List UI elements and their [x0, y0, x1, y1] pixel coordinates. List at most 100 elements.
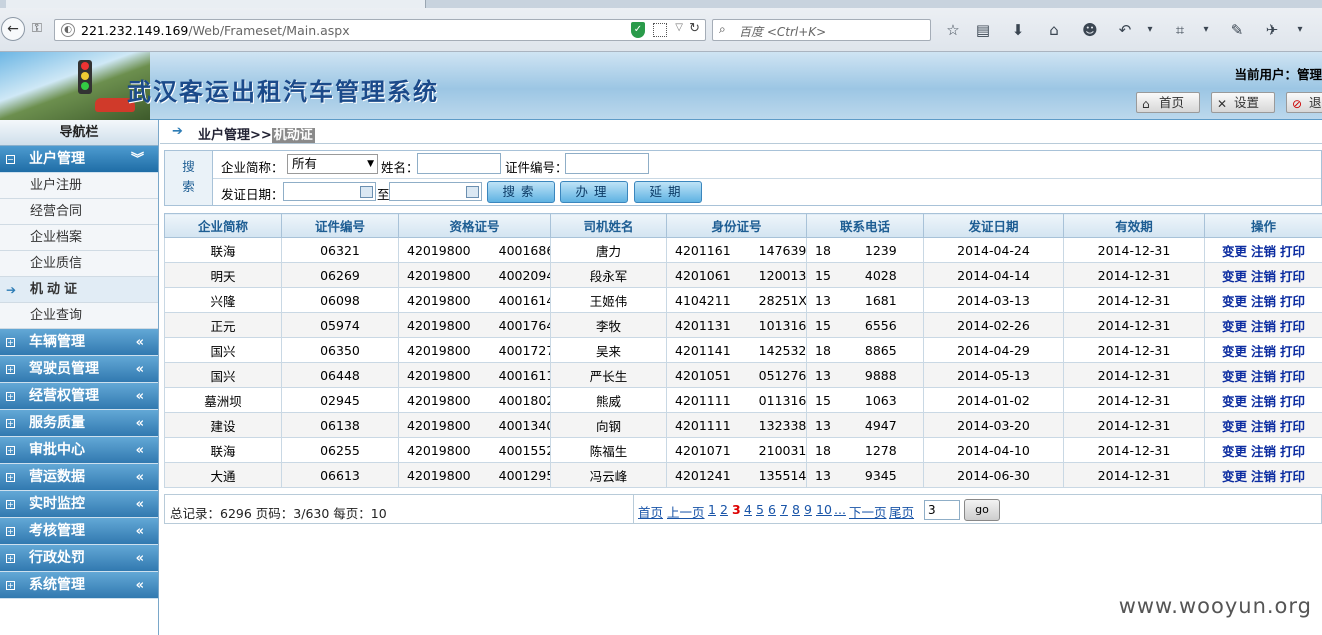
print-link[interactable]: 打印 [1280, 369, 1305, 384]
first-page-link[interactable]: 首页 [638, 502, 663, 521]
chevron-up-icon[interactable]: « [136, 464, 144, 491]
cancel-link[interactable]: 注销 [1251, 394, 1276, 409]
chevron-up-icon[interactable]: « [136, 383, 144, 410]
column-header[interactable]: 操作 [1204, 213, 1322, 238]
cancel-link[interactable]: 注销 [1251, 344, 1276, 359]
calendar-icon[interactable] [360, 186, 373, 198]
expand-icon[interactable]: + [6, 473, 15, 482]
settings-button[interactable]: ✕ 设置 [1211, 92, 1275, 113]
change-link[interactable]: 变更 [1222, 269, 1247, 284]
cancel-link[interactable]: 注销 [1251, 319, 1276, 334]
change-link[interactable]: 变更 [1222, 319, 1247, 334]
chevron-up-icon[interactable]: « [136, 545, 144, 572]
chevron-down-icon[interactable]: ︾ [131, 146, 144, 173]
expand-icon[interactable]: + [6, 419, 15, 428]
breadcrumb-parent[interactable]: 业户管理>> [198, 128, 272, 143]
chevron-up-icon[interactable]: « [136, 437, 144, 464]
page-number-input[interactable]: 3 [924, 500, 960, 520]
page-link[interactable]: 6 [768, 502, 776, 517]
nav-group-license[interactable]: + 经营权管理 « [0, 383, 158, 410]
sidebar-item-register[interactable]: 业户注册 [0, 173, 158, 199]
reload-icon[interactable]: ↻ [689, 21, 700, 36]
exit-button[interactable]: ⊘ 退 [1286, 92, 1322, 113]
dropdown-icon[interactable]: ▽ [675, 22, 683, 33]
sidebar-item-contract[interactable]: 经营合同 [0, 199, 158, 225]
name-input[interactable] [417, 153, 501, 174]
cancel-link[interactable]: 注销 [1251, 369, 1276, 384]
date-from-input[interactable] [283, 182, 376, 201]
addon-icon[interactable]: ✈ [1262, 20, 1282, 40]
undo-icon[interactable]: ↶ [1115, 20, 1135, 40]
change-link[interactable]: 变更 [1222, 294, 1247, 309]
page-link[interactable]: 1 [708, 502, 716, 517]
change-link[interactable]: 变更 [1222, 394, 1247, 409]
column-header[interactable]: 司机姓名 [550, 213, 667, 238]
browser-search-input[interactable]: ⌕ 百度 <Ctrl+K> [712, 19, 931, 41]
expand-icon[interactable]: + [6, 338, 15, 347]
page-link[interactable]: 7 [780, 502, 788, 517]
bookmark-star-icon[interactable]: ☆ [943, 20, 963, 40]
home-button[interactable]: ⌂ 首页 [1136, 92, 1200, 113]
last-page-link[interactable]: 尾页 [889, 502, 914, 521]
chevron-up-icon[interactable]: « [136, 572, 144, 599]
nav-group-assessment[interactable]: + 考核管理 « [0, 518, 158, 545]
key-icon[interactable]: ⚿ [28, 20, 46, 38]
cancel-link[interactable]: 注销 [1251, 294, 1276, 309]
print-link[interactable]: 打印 [1280, 294, 1305, 309]
nav-group-household[interactable]: − 业户管理 ︾ [0, 146, 158, 173]
page-link[interactable]: 4 [744, 502, 752, 517]
handle-button[interactable]: 办理 [560, 181, 628, 203]
cert-number-input[interactable] [565, 153, 649, 174]
go-button[interactable]: go [964, 499, 1000, 521]
change-link[interactable]: 变更 [1222, 244, 1247, 259]
column-header[interactable]: 资格证号 [398, 213, 551, 238]
print-link[interactable]: 打印 [1280, 244, 1305, 259]
calendar-icon[interactable] [466, 186, 479, 198]
change-link[interactable]: 变更 [1222, 344, 1247, 359]
nav-group-system[interactable]: + 系统管理 « [0, 572, 158, 599]
column-header[interactable]: 联系电话 [806, 213, 924, 238]
chat-icon[interactable]: ☻ [1080, 20, 1100, 40]
nav-group-service[interactable]: + 服务质量 « [0, 410, 158, 437]
prev-page-link[interactable]: 上一页 [667, 502, 705, 521]
change-link[interactable]: 变更 [1222, 444, 1247, 459]
extend-button[interactable]: 延期 [634, 181, 702, 203]
page-link[interactable]: 10 [816, 502, 832, 517]
nav-group-penalty[interactable]: + 行政处罚 « [0, 545, 158, 572]
date-to-input[interactable] [389, 182, 482, 201]
address-bar[interactable]: ◐ 221.232.149.169/Web/Frameset/Main.aspx… [54, 19, 706, 41]
cancel-link[interactable]: 注销 [1251, 269, 1276, 284]
cancel-link[interactable]: 注销 [1251, 244, 1276, 259]
print-link[interactable]: 打印 [1280, 444, 1305, 459]
nav-group-driver[interactable]: + 驾驶员管理 « [0, 356, 158, 383]
expand-icon[interactable]: + [6, 446, 15, 455]
print-link[interactable]: 打印 [1280, 269, 1305, 284]
column-header[interactable]: 身份证号 [666, 213, 807, 238]
column-header[interactable]: 企业简称 [164, 213, 282, 238]
reader-icon[interactable]: ▤ [973, 20, 993, 40]
print-link[interactable]: 打印 [1280, 469, 1305, 484]
search-button[interactable]: 搜索 [487, 181, 555, 203]
print-link[interactable]: 打印 [1280, 319, 1305, 334]
home-icon[interactable]: ⌂ [1044, 20, 1064, 40]
page-link[interactable]: 5 [756, 502, 764, 517]
expand-icon[interactable]: + [6, 554, 15, 563]
chevron-up-icon[interactable]: « [136, 518, 144, 545]
chevron-up-icon[interactable]: « [136, 491, 144, 518]
print-link[interactable]: 打印 [1280, 394, 1305, 409]
print-link[interactable]: 打印 [1280, 344, 1305, 359]
qrcode-icon[interactable] [653, 23, 667, 37]
comment-icon[interactable]: ✎ [1227, 20, 1247, 40]
menu-icon[interactable]: ▾ [1290, 20, 1310, 40]
change-link[interactable]: 变更 [1222, 369, 1247, 384]
sidebar-item-query[interactable]: 企业查询 [0, 303, 158, 329]
next-page-link[interactable]: 下一页 [849, 502, 887, 521]
nav-group-operation-data[interactable]: + 营运数据 « [0, 464, 158, 491]
nav-group-monitor[interactable]: + 实时监控 « [0, 491, 158, 518]
expand-icon[interactable]: + [6, 365, 15, 374]
collapse-icon[interactable]: − [6, 155, 15, 164]
expand-icon[interactable]: + [6, 581, 15, 590]
browser-tab[interactable] [6, 0, 426, 8]
chevron-up-icon[interactable]: « [136, 329, 144, 356]
dropdown-icon[interactable]: ▾ [1140, 20, 1160, 40]
